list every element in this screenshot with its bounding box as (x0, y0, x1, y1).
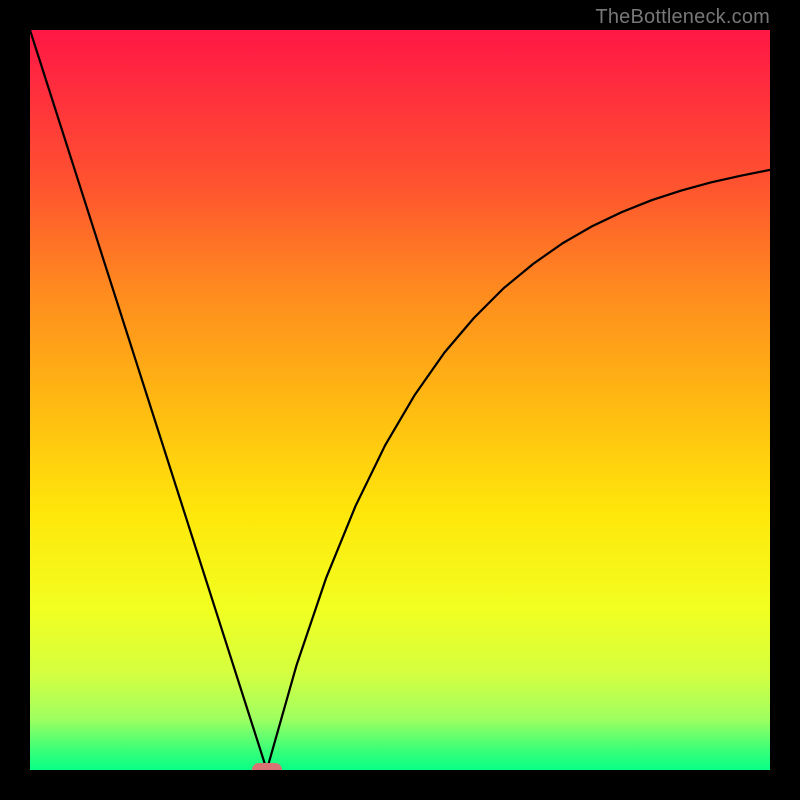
bottleneck-curve (30, 30, 770, 770)
watermark-text: TheBottleneck.com (595, 6, 770, 29)
plot-area (30, 30, 770, 770)
chart-frame: TheBottleneck.com (0, 0, 800, 800)
optimum-marker (252, 763, 282, 770)
